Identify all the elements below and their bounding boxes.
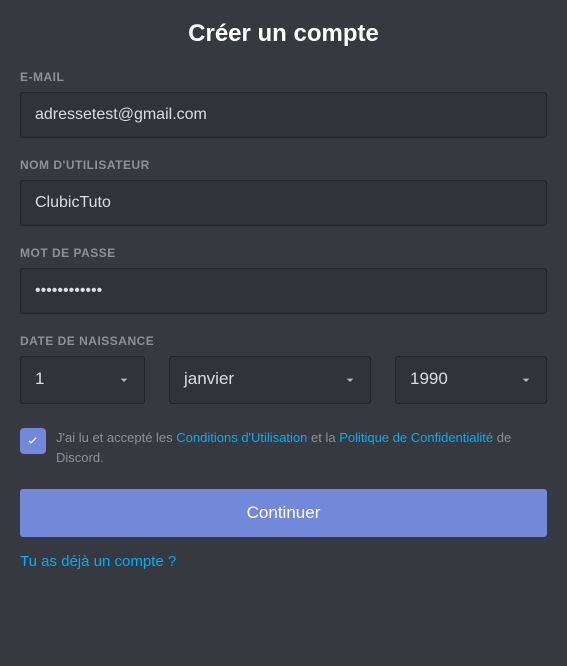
tos-text: J'ai lu et accepté les Conditions d'Util… [56, 428, 547, 467]
email-field[interactable] [20, 92, 547, 138]
password-label: MOT DE PASSE [20, 246, 547, 260]
tos-mid: et la [307, 430, 339, 445]
dob-group: DATE DE NAISSANCE 1 janvier 1990 [20, 334, 547, 404]
already-account-link[interactable]: Tu as déjà un compte ? [20, 553, 176, 570]
tos-row: J'ai lu et accepté les Conditions d'Util… [20, 428, 547, 467]
tos-checkbox[interactable] [20, 428, 46, 454]
terms-link[interactable]: Conditions d'Utilisation [176, 430, 307, 445]
dob-day-wrap: 1 [20, 356, 145, 404]
privacy-link[interactable]: Politique de Confidentialité [339, 430, 493, 445]
password-group: MOT DE PASSE [20, 246, 547, 314]
continue-button[interactable]: Continuer [20, 489, 547, 537]
dob-year-wrap: 1990 [395, 356, 547, 404]
dob-month-wrap: janvier [169, 356, 371, 404]
dob-year-select[interactable]: 1990 [395, 356, 547, 404]
page-title: Créer un compte [20, 20, 547, 48]
tos-prefix: J'ai lu et accepté les [56, 430, 176, 445]
email-group: E-MAIL [20, 70, 547, 138]
username-group: NOM D'UTILISATEUR [20, 158, 547, 226]
password-field[interactable] [20, 268, 547, 314]
dob-month-select[interactable]: janvier [169, 356, 371, 404]
check-icon [25, 433, 41, 449]
username-label: NOM D'UTILISATEUR [20, 158, 547, 172]
dob-day-select[interactable]: 1 [20, 356, 145, 404]
username-field[interactable] [20, 180, 547, 226]
dob-label: DATE DE NAISSANCE [20, 334, 547, 348]
email-label: E-MAIL [20, 70, 547, 84]
dob-row: 1 janvier 1990 [20, 356, 547, 404]
